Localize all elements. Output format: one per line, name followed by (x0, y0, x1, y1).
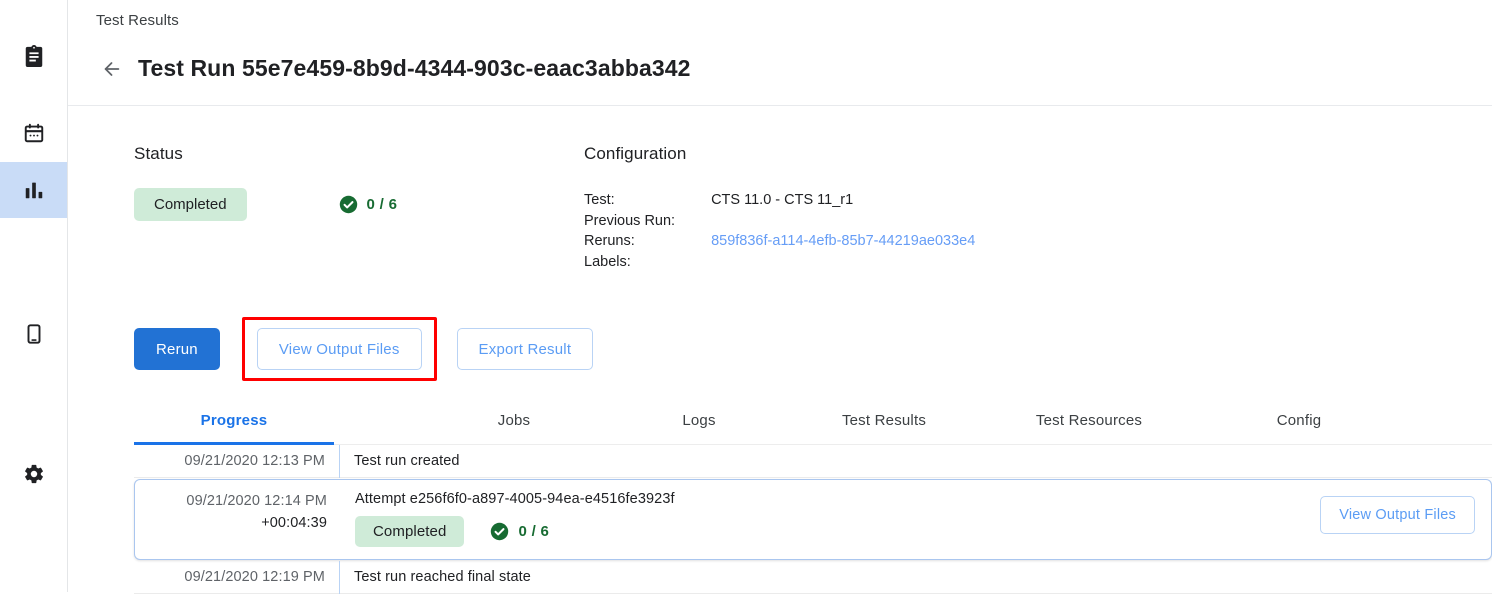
title-row: Test Run 55e7e459-8b9d-4344-903c-eaac3ab… (96, 40, 691, 98)
row-timestamp: 09/21/2020 12:19 PM (134, 561, 340, 594)
view-output-files-highlight: View Output Files (242, 317, 437, 381)
row-timestamp-cell: 09/21/2020 12:14 PM +00:04:39 (135, 480, 341, 535)
check-circle-icon (490, 522, 509, 541)
table-row[interactable]: 09/21/2020 12:19 PM Test run reached fin… (134, 561, 1492, 594)
sidebar-item-settings[interactable] (0, 446, 67, 502)
attempt-status-group: Completed 0 / 6 (355, 516, 1320, 547)
progress-table: 09/21/2020 12:13 PM Test run created 09/… (134, 445, 1492, 594)
configuration-heading: Configuration (584, 144, 686, 164)
attempt-count: 0 / 6 (518, 523, 549, 540)
row-view-output-files-button[interactable]: View Output Files (1320, 496, 1475, 534)
tab-bar: Progress Jobs Logs Test Results Test Res… (134, 397, 1492, 445)
config-value (711, 211, 975, 232)
row-action-cell: View Output Files (1320, 480, 1491, 534)
attempt-status-badge: Completed (355, 516, 464, 547)
config-value (711, 252, 975, 273)
sidebar-item-clipboard[interactable] (0, 28, 67, 84)
calendar-icon (23, 122, 45, 144)
attempt-count-group: 0 / 6 (490, 522, 549, 541)
status-badge: Completed (134, 188, 247, 221)
export-result-button[interactable]: Export Result (457, 328, 594, 370)
config-key: Test: (584, 190, 711, 211)
app-root: Test Results Test Run 55e7e459-8b9d-4344… (0, 0, 1492, 592)
table-row[interactable]: 09/21/2020 12:13 PM Test run created (134, 445, 1492, 478)
main-content: Status Completed 0 / 6 Configuration Tes… (68, 106, 1492, 592)
sidebar (0, 0, 68, 592)
rerun-button[interactable]: Rerun (134, 328, 220, 370)
configuration-table: Test: CTS 11.0 - CTS 11_r1 Previous Run:… (584, 190, 975, 272)
view-output-files-button[interactable]: View Output Files (257, 328, 422, 370)
row-message-cell: Attempt e256f6f0-a897-4005-94ea-e4516fe3… (341, 480, 1320, 559)
tab-config[interactable]: Config (1219, 397, 1379, 444)
config-key: Reruns: (584, 231, 711, 252)
row-message: Test run created (340, 453, 1492, 469)
tab-test-resources[interactable]: Test Resources (989, 397, 1189, 444)
config-key: Labels: (584, 252, 711, 273)
page-title: Test Run 55e7e459-8b9d-4344-903c-eaac3ab… (138, 55, 691, 82)
tab-jobs[interactable]: Jobs (434, 397, 594, 444)
check-circle-icon (339, 195, 358, 214)
sidebar-item-analytics[interactable] (0, 162, 67, 218)
config-row-previous-run: Previous Run: (584, 211, 975, 232)
arrow-left-icon[interactable] (96, 53, 128, 85)
config-value: CTS 11.0 - CTS 11_r1 (711, 190, 975, 211)
gear-icon (23, 463, 45, 485)
config-row-reruns: Reruns: 859f836f-a114-4efb-85b7-44219ae0… (584, 231, 975, 252)
status-count-group: 0 / 6 (339, 195, 398, 214)
action-button-row: Rerun View Output Files Export Result (134, 317, 593, 381)
page-header: Test Results Test Run 55e7e459-8b9d-4344… (68, 0, 1492, 106)
config-key: Previous Run: (584, 211, 711, 232)
sidebar-item-calendar[interactable] (0, 105, 67, 161)
breadcrumb[interactable]: Test Results (96, 12, 179, 29)
reruns-link[interactable]: 859f836f-a114-4efb-85b7-44219ae033e4 (711, 233, 975, 249)
sidebar-item-devices[interactable] (0, 306, 67, 362)
tab-test-results[interactable]: Test Results (794, 397, 974, 444)
status-heading: Status (134, 144, 183, 164)
table-row-attempt[interactable]: 09/21/2020 12:14 PM +00:04:39 Attempt e2… (134, 479, 1492, 560)
row-timestamp: 09/21/2020 12:13 PM (134, 445, 340, 478)
config-row-labels: Labels: (584, 252, 975, 273)
row-message: Test run reached final state (340, 569, 1492, 585)
status-row: Completed 0 / 6 (134, 188, 397, 221)
attempt-title: Attempt e256f6f0-a897-4005-94ea-e4516fe3… (355, 491, 1320, 507)
phone-icon (23, 323, 45, 345)
tab-logs[interactable]: Logs (629, 397, 769, 444)
clipboard-icon (23, 45, 45, 67)
row-duration: +00:04:39 (135, 513, 327, 535)
config-row-test: Test: CTS 11.0 - CTS 11_r1 (584, 190, 975, 211)
tab-progress[interactable]: Progress (134, 397, 334, 444)
status-count: 0 / 6 (367, 196, 398, 213)
row-timestamp: 09/21/2020 12:14 PM (186, 493, 327, 509)
bar-chart-icon (23, 179, 45, 201)
